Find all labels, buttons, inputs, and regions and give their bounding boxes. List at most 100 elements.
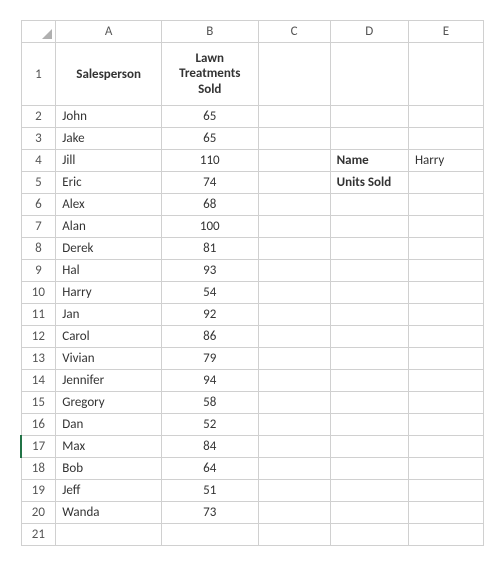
cell-A4[interactable]: Jill xyxy=(56,150,162,172)
cell-E13[interactable] xyxy=(408,348,483,370)
cell-A11[interactable]: Jan xyxy=(56,304,162,326)
cell-B17[interactable]: 84 xyxy=(161,436,258,458)
cell-E11[interactable] xyxy=(408,304,483,326)
cell-C15[interactable] xyxy=(258,392,330,414)
cell-D15[interactable] xyxy=(330,392,408,414)
cell-C7[interactable] xyxy=(258,216,330,238)
cell-C20[interactable] xyxy=(258,502,330,524)
cell-E15[interactable] xyxy=(408,392,483,414)
col-header-D[interactable]: D xyxy=(330,21,408,43)
cell-B9[interactable]: 93 xyxy=(161,260,258,282)
cell-C2[interactable] xyxy=(258,106,330,128)
cell-B18[interactable]: 64 xyxy=(161,458,258,480)
cell-B3[interactable]: 65 xyxy=(161,128,258,150)
col-header-A[interactable]: A xyxy=(56,21,162,43)
cell-E16[interactable] xyxy=(408,414,483,436)
row-header-9[interactable]: 9 xyxy=(21,260,56,282)
cell-A9[interactable]: Hal xyxy=(56,260,162,282)
cell-C12[interactable] xyxy=(258,326,330,348)
row-header-6[interactable]: 6 xyxy=(21,194,56,216)
cell-B13[interactable]: 79 xyxy=(161,348,258,370)
cell-E7[interactable] xyxy=(408,216,483,238)
cell-A7[interactable]: Alan xyxy=(56,216,162,238)
row-header-8[interactable]: 8 xyxy=(21,238,56,260)
cell-A17[interactable]: Max xyxy=(56,436,162,458)
row-header-2[interactable]: 2 xyxy=(21,106,56,128)
cell-E21[interactable] xyxy=(408,524,483,546)
cell-B10[interactable]: 54 xyxy=(161,282,258,304)
cell-D18[interactable] xyxy=(330,458,408,480)
cell-A14[interactable]: Jennifer xyxy=(56,370,162,392)
cell-C13[interactable] xyxy=(258,348,330,370)
cell-B21[interactable] xyxy=(161,524,258,546)
cell-C1[interactable] xyxy=(258,43,330,106)
row-header-12[interactable]: 12 xyxy=(21,326,56,348)
cell-E8[interactable] xyxy=(408,238,483,260)
cell-E6[interactable] xyxy=(408,194,483,216)
row-header-15[interactable]: 15 xyxy=(21,392,56,414)
col-header-C[interactable]: C xyxy=(258,21,330,43)
row-header-4[interactable]: 4 xyxy=(21,150,56,172)
cell-C8[interactable] xyxy=(258,238,330,260)
cell-D12[interactable] xyxy=(330,326,408,348)
cell-B1[interactable]: Lawn Treatments Sold xyxy=(161,43,258,106)
row-header-18[interactable]: 18 xyxy=(21,458,56,480)
cell-D10[interactable] xyxy=(330,282,408,304)
cell-D7[interactable] xyxy=(330,216,408,238)
cell-E1[interactable] xyxy=(408,43,483,106)
cell-D20[interactable] xyxy=(330,502,408,524)
cell-D5[interactable]: Units Sold xyxy=(330,172,408,194)
cell-C17[interactable] xyxy=(258,436,330,458)
cell-A13[interactable]: Vivian xyxy=(56,348,162,370)
cell-A3[interactable]: Jake xyxy=(56,128,162,150)
row-header-11[interactable]: 11 xyxy=(21,304,56,326)
cell-B8[interactable]: 81 xyxy=(161,238,258,260)
cell-D17[interactable] xyxy=(330,436,408,458)
cell-C9[interactable] xyxy=(258,260,330,282)
cell-B14[interactable]: 94 xyxy=(161,370,258,392)
cell-D11[interactable] xyxy=(330,304,408,326)
cell-D21[interactable] xyxy=(330,524,408,546)
cell-B20[interactable]: 73 xyxy=(161,502,258,524)
cell-C3[interactable] xyxy=(258,128,330,150)
cell-B15[interactable]: 58 xyxy=(161,392,258,414)
select-all-corner[interactable] xyxy=(21,21,56,43)
cell-D4[interactable]: Name xyxy=(330,150,408,172)
cell-D16[interactable] xyxy=(330,414,408,436)
cell-A1[interactable]: Salesperson xyxy=(56,43,162,106)
cell-E12[interactable] xyxy=(408,326,483,348)
cell-E17[interactable] xyxy=(408,436,483,458)
cell-E9[interactable] xyxy=(408,260,483,282)
cell-B6[interactable]: 68 xyxy=(161,194,258,216)
cell-C5[interactable] xyxy=(258,172,330,194)
row-header-17[interactable]: 17 xyxy=(21,436,56,458)
cell-B12[interactable]: 86 xyxy=(161,326,258,348)
cell-B4[interactable]: 110 xyxy=(161,150,258,172)
cell-E4[interactable]: Harry xyxy=(408,150,483,172)
cell-A18[interactable]: Bob xyxy=(56,458,162,480)
cell-C18[interactable] xyxy=(258,458,330,480)
cell-E5[interactable] xyxy=(408,172,483,194)
cell-E2[interactable] xyxy=(408,106,483,128)
cell-E14[interactable] xyxy=(408,370,483,392)
cell-A10[interactable]: Harry xyxy=(56,282,162,304)
cell-A6[interactable]: Alex xyxy=(56,194,162,216)
cell-E19[interactable] xyxy=(408,480,483,502)
cell-E10[interactable] xyxy=(408,282,483,304)
spreadsheet-grid[interactable]: A B C D E 1 Salesperson Lawn Treatments … xyxy=(20,20,484,546)
cell-C21[interactable] xyxy=(258,524,330,546)
cell-D3[interactable] xyxy=(330,128,408,150)
cell-C11[interactable] xyxy=(258,304,330,326)
cell-E18[interactable] xyxy=(408,458,483,480)
cell-B7[interactable]: 100 xyxy=(161,216,258,238)
cell-A5[interactable]: Eric xyxy=(56,172,162,194)
cell-C14[interactable] xyxy=(258,370,330,392)
cell-A8[interactable]: Derek xyxy=(56,238,162,260)
row-header-21[interactable]: 21 xyxy=(21,524,56,546)
cell-A19[interactable]: Jeff xyxy=(56,480,162,502)
col-header-E[interactable]: E xyxy=(408,21,483,43)
cell-C10[interactable] xyxy=(258,282,330,304)
row-header-20[interactable]: 20 xyxy=(21,502,56,524)
cell-A2[interactable]: John xyxy=(56,106,162,128)
row-header-5[interactable]: 5 xyxy=(21,172,56,194)
